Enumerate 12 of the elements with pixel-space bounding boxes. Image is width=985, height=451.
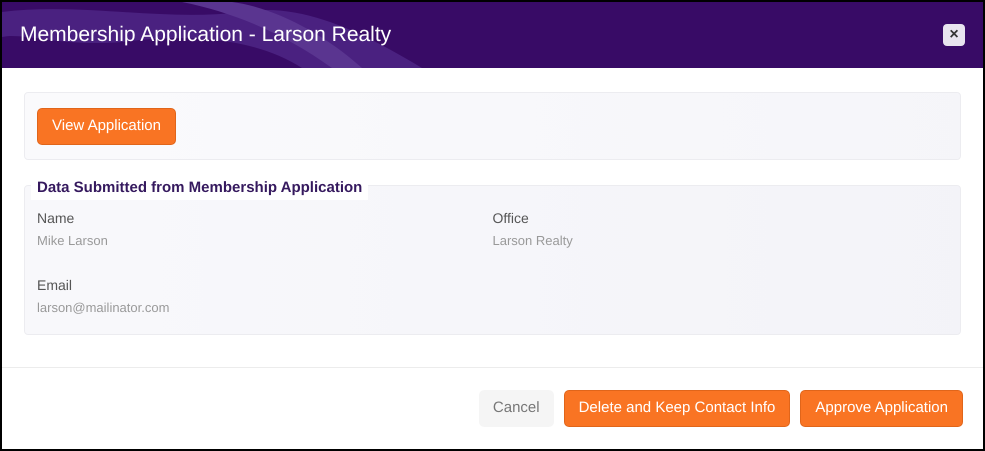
field-value: Larson Realty [492,232,574,250]
field-label: Email [37,276,74,294]
field-value: Mike Larson [37,232,109,250]
cancel-button[interactable]: Cancel [478,390,554,427]
dialog-title: Membership Application - Larson Realty [20,22,392,48]
view-application-button[interactable]: View Application [37,108,176,144]
action-button[interactable]: Approve Application [800,390,963,427]
action-button[interactable]: Delete and Keep Contact Info [564,390,790,427]
field-label: Name [37,209,76,228]
field-value: larson@mailinator.com [37,298,170,316]
close-button[interactable]: × [943,24,965,46]
field-label: Office [492,209,530,228]
